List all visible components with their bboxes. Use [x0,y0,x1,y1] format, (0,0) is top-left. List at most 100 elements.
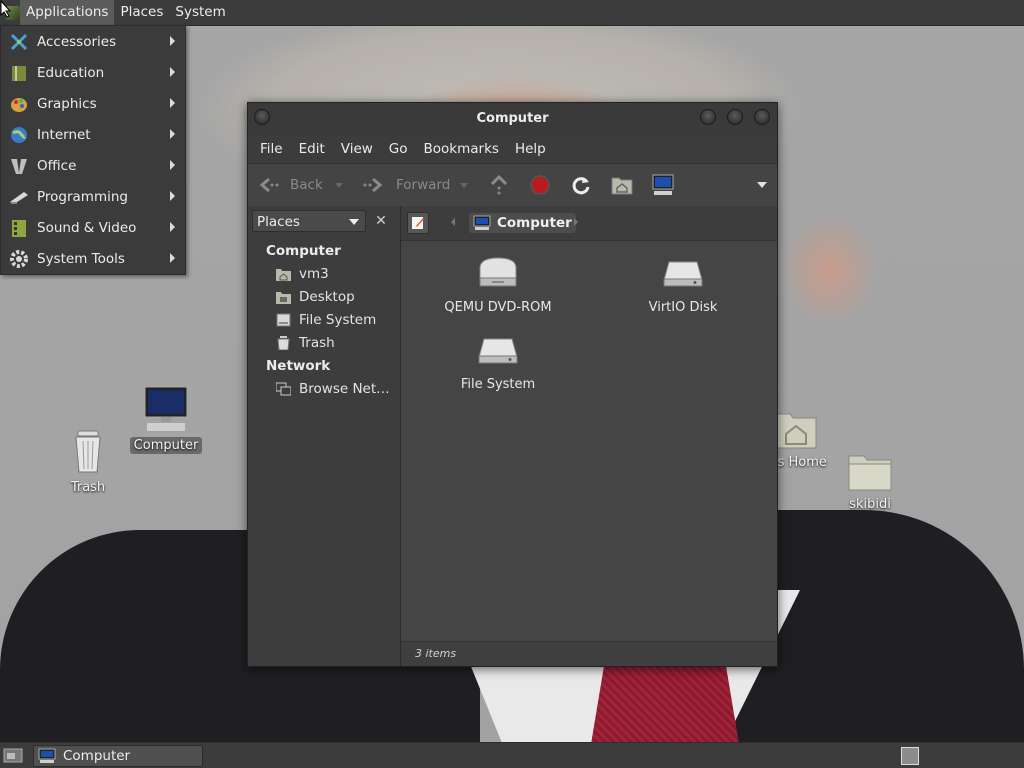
menu-edit[interactable]: Edit [291,141,333,157]
desktop-icon-label: skibidi [849,497,891,512]
submenu-arrow-icon [170,98,175,108]
sidebar-item-label: Desktop [299,289,355,305]
forward-button[interactable]: Forward [362,176,450,194]
computer-button[interactable] [651,174,675,196]
menu-item-graphics[interactable]: Graphics [1,88,185,119]
drive-item-file-system[interactable]: File System [438,331,558,392]
desktop-icon-computer[interactable]: Computer [128,385,204,454]
up-button[interactable] [488,174,510,196]
menu-item-system-tools[interactable]: System Tools [1,243,185,274]
submenu-arrow-icon [170,191,175,201]
sidebar-mode-select[interactable]: Places [252,210,366,232]
back-arrow-icon [259,177,279,193]
sidebar-item-trash[interactable]: Trash [276,333,335,353]
mouse-cursor-icon [0,0,12,18]
menu-item-internet[interactable]: Internet [1,119,185,150]
menu-item-office[interactable]: Office [1,150,185,181]
computer-icon [652,174,674,195]
menu-view[interactable]: View [333,141,381,157]
close-sidebar-button[interactable]: ✕ [370,210,392,232]
maximize-button[interactable] [727,109,743,125]
sidebar-item-vm3[interactable]: vm3 [276,264,329,284]
sidebar-item-browse-network[interactable]: Browse Net… [276,379,390,399]
forward-label: Forward [396,177,451,193]
menu-go[interactable]: Go [381,141,416,157]
trash-icon [277,336,290,350]
applications-dropdown: Accessories Education Graphics Internet … [0,25,186,275]
menu-bookmarks[interactable]: Bookmarks [416,141,507,157]
applications-menu-button[interactable]: Applications [20,0,115,25]
programming-icon [9,187,29,207]
reload-icon [572,177,590,195]
workspace-switcher[interactable] [901,747,919,765]
show-desktop-icon [3,748,23,763]
network-icon [276,382,291,396]
desktop-icon-skibidi[interactable]: skibidi [838,450,902,513]
sidebar-item-label: Trash [299,335,335,351]
breadcrumb[interactable]: Computer [469,213,576,233]
item-label: VirtIO Disk [648,300,718,315]
back-label: Back [290,177,323,193]
stop-button[interactable] [529,174,551,196]
toolbar: Back Forward [248,163,777,207]
file-manager-window: Computer File Edit View Go Bookmarks Hel… [247,102,778,667]
computer-icon [38,748,56,763]
file-view: Computer QEMU DVD-ROM VirtIO Disk File S… [401,206,777,666]
filesystem-icon [276,313,291,327]
accessories-icon [9,32,29,52]
submenu-arrow-icon [170,222,175,232]
drive-item-virtio-disk[interactable]: VirtIO Disk [623,254,743,315]
edit-location-button[interactable] [407,212,429,234]
path-scroll-right-icon[interactable] [574,218,578,226]
item-label: File System [460,377,536,392]
sidebar-item-file-system[interactable]: File System [276,310,376,330]
close-icon: ✕ [375,213,387,229]
path-scroll-left-icon[interactable] [451,218,455,226]
desktop-icon-home[interactable]: 's Home [770,408,834,471]
places-menu-button[interactable]: Places [114,0,169,25]
back-history-dropdown-icon[interactable] [335,183,343,188]
computer-icon [473,215,491,230]
hard-disk-icon [663,261,703,287]
menu-file[interactable]: File [252,141,291,157]
office-icon [9,156,29,176]
back-button[interactable]: Back [258,176,323,194]
trash-icon [75,430,101,473]
optical-drive-icon [479,257,517,287]
reload-button[interactable] [570,174,592,196]
home-button[interactable] [611,175,633,195]
menu-item-label: Graphics [37,95,97,112]
sidebar-item-desktop[interactable]: Desktop [276,287,355,307]
window-titlebar[interactable]: Computer [248,103,777,135]
taskbar-item-computer[interactable]: Computer [33,745,203,767]
internet-icon [9,125,29,145]
menu-item-education[interactable]: Education [1,57,185,88]
drive-item-qemu-dvd-rom[interactable]: QEMU DVD-ROM [438,254,558,315]
sidebar: Places ✕ Computer vm3 Desktop File Syste… [248,206,401,666]
toolbar-overflow-dropdown-icon[interactable] [757,182,767,188]
sidebar-heading-computer: Computer [266,243,341,259]
forward-history-dropdown-icon[interactable] [460,183,468,188]
home-icon [276,269,291,281]
menu-help[interactable]: Help [507,141,554,157]
bottom-panel: Computer [0,742,1024,768]
show-desktop-button[interactable] [3,747,23,767]
top-panel: Applications Places System [0,0,1024,26]
menu-item-sound-video[interactable]: Sound & Video [1,212,185,243]
minimize-button[interactable] [700,109,716,125]
graphics-icon [9,94,29,114]
system-menu-button[interactable]: System [169,0,231,25]
menu-item-programming[interactable]: Programming [1,181,185,212]
close-button[interactable] [754,109,770,125]
sound-video-icon [9,218,29,238]
menu-item-label: Sound & Video [37,219,137,236]
menu-item-accessories[interactable]: Accessories [1,26,185,57]
desktop-icon-trash[interactable]: Trash [58,427,118,496]
submenu-arrow-icon [170,253,175,263]
submenu-arrow-icon [170,160,175,170]
home-folder-icon [611,177,633,195]
sidebar-item-label: File System [299,312,377,328]
menu-item-label: Accessories [37,33,117,50]
desktop-icon-label: Computer [129,437,203,454]
item-label: QEMU DVD-ROM [444,300,552,315]
